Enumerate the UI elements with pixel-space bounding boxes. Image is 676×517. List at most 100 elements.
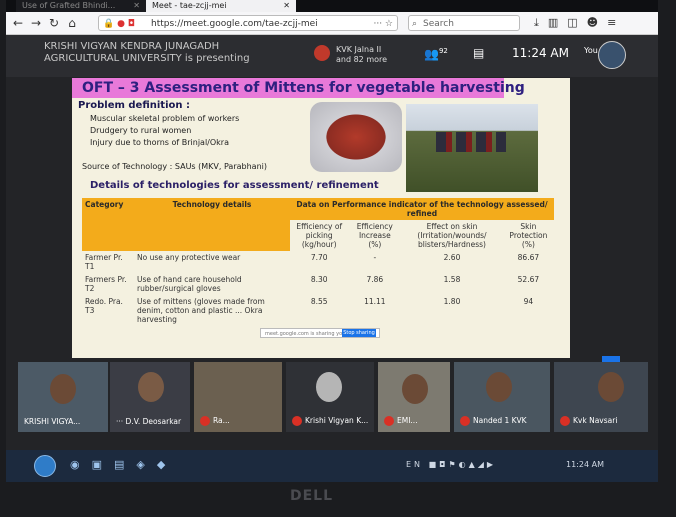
participant-name: KRISHI VIGYA... bbox=[24, 417, 81, 426]
row-value: 8.55 bbox=[310, 297, 328, 306]
close-icon[interactable]: ✕ bbox=[283, 0, 290, 12]
search-icon: ⌕ bbox=[412, 19, 418, 29]
table-row: Farmers Pr. T2 Use of hand care househol… bbox=[82, 273, 554, 295]
row-value: 86.67 bbox=[517, 253, 540, 262]
row-category: Farmer Pr. T1 bbox=[85, 253, 123, 271]
row-value: 94 bbox=[523, 297, 534, 306]
pinned-participant[interactable]: KVK Jalna II and 82 more bbox=[336, 45, 387, 65]
mitten-photo bbox=[310, 102, 402, 172]
stop-sharing-button[interactable]: Stop sharing bbox=[342, 329, 376, 337]
row-value: 1.58 bbox=[443, 275, 461, 284]
subheader-cell: Skin Protection (%) bbox=[509, 222, 548, 249]
participant-name-text: Krishi Vigyan K... bbox=[305, 416, 369, 425]
taskbar-apps[interactable]: ◉▣▤◈◆ bbox=[70, 458, 177, 471]
participant-tile[interactable]: Ra... bbox=[194, 362, 282, 432]
bookmark-icon[interactable]: ··· ☆ bbox=[373, 16, 393, 32]
presenter-label: KRISHI VIGYAN KENDRA JUNAGADH AGRICULTUR… bbox=[44, 41, 250, 65]
table-header-row: Category Technology details Data on Perf… bbox=[82, 198, 554, 220]
details-heading: Details of technologies for assessment/ … bbox=[90, 180, 379, 191]
participant-name-text: EMI... bbox=[397, 416, 418, 425]
participant-tile[interactable]: KRISHI VIGYA... bbox=[18, 362, 108, 432]
subheader-cell: Efficiency of picking (kg/hour) bbox=[296, 222, 343, 249]
presenter-line-1: KRISHI VIGYAN KENDRA JUNAGADH bbox=[44, 41, 220, 52]
pinned-line-1: KVK Jalna II bbox=[336, 45, 382, 54]
subheader-cell: Efficiency Increase (%) bbox=[356, 222, 393, 249]
participant-name-text: Ra... bbox=[213, 416, 230, 425]
avatar bbox=[316, 372, 342, 402]
address-bar[interactable]: 🔒 ● ◘ https://meet.google.com/tae-zcjj-m… bbox=[98, 15, 398, 31]
participant-tile[interactable]: Nanded 1 KVK bbox=[454, 362, 550, 432]
lock-icon: 🔒 ● ◘ bbox=[103, 19, 135, 29]
self-avatar[interactable] bbox=[598, 41, 626, 69]
row-value: 2.60 bbox=[443, 253, 461, 262]
mic-off-icon bbox=[292, 416, 302, 426]
table-row: Redo. Pra. T3 Use of mittens (gloves mad… bbox=[82, 295, 554, 326]
tab-inactive[interactable]: Use of Grafted Bhindi... ✕ bbox=[16, 0, 146, 12]
mic-off-icon bbox=[460, 416, 470, 426]
row-tech: No use any protective wear bbox=[137, 253, 241, 262]
toolbar-icons[interactable]: ⤓▥◫☻≡ bbox=[534, 15, 625, 31]
mic-off-icon bbox=[384, 416, 394, 426]
forward-icon[interactable]: → bbox=[28, 15, 44, 31]
row-category: Redo. Pra. T3 bbox=[85, 297, 123, 315]
tab-meet[interactable]: Meet - tae-zcjj-mei ✕ bbox=[146, 0, 296, 12]
problem-item: Muscular skeletal problem of workers bbox=[90, 114, 240, 123]
participant-tile[interactable]: Krishi Vigyan K... bbox=[286, 362, 374, 432]
row-value: 7.70 bbox=[310, 253, 328, 262]
source-text: Source of Technology : SAUs (MKV, Parabh… bbox=[82, 162, 267, 171]
participant-strip: KRISHI VIGYA... ··· D.V. Deosarkar Ra...… bbox=[18, 362, 648, 432]
row-value: - bbox=[373, 253, 377, 262]
system-tray[interactable]: EN ■◘⚑◐▲◢▶ bbox=[406, 460, 496, 469]
people-count: 92 bbox=[438, 47, 448, 55]
mic-off-icon bbox=[560, 416, 570, 426]
home-icon[interactable]: ⌂ bbox=[64, 15, 80, 31]
chat-icon[interactable]: ▤ bbox=[473, 46, 484, 60]
start-button[interactable] bbox=[34, 455, 56, 477]
participant-name: EMI... bbox=[384, 416, 418, 426]
problem-item: Drudgery to rural women bbox=[90, 126, 192, 135]
participant-name: Kvk Navsari bbox=[560, 416, 617, 426]
people-button[interactable]: 👥92 bbox=[424, 47, 448, 61]
table-row: Farmer Pr. T1 No use any protective wear… bbox=[82, 251, 554, 273]
close-icon[interactable]: ✕ bbox=[133, 0, 140, 12]
reload-icon[interactable]: ↻ bbox=[46, 15, 62, 31]
people-figures bbox=[436, 132, 506, 152]
more-icon[interactable]: ··· bbox=[116, 417, 126, 426]
participant-name-text: Nanded 1 KVK bbox=[473, 416, 527, 425]
search-input[interactable]: ⌕ Search bbox=[408, 15, 520, 31]
row-value: 11.11 bbox=[364, 297, 386, 306]
search-placeholder: Search bbox=[423, 19, 454, 29]
slide-title: OFT – 3 Assessment of Mittens for vegeta… bbox=[72, 78, 525, 98]
table-subheader-row: Efficiency of picking (kg/hour) Efficien… bbox=[82, 220, 554, 251]
taskbar-clock: 11:24 AM bbox=[566, 460, 604, 469]
problem-heading: Problem definition : bbox=[78, 100, 190, 111]
taskbar: ◉▣▤◈◆ EN ■◘⚑◐▲◢▶ 11:24 AM bbox=[6, 450, 658, 482]
monitor-screen: Use of Grafted Bhindi... ✕ Meet - tae-zcj… bbox=[6, 0, 658, 482]
avatar bbox=[138, 372, 164, 402]
participant-tile[interactable]: Kvk Navsari bbox=[554, 362, 648, 432]
participant-tile[interactable]: ··· D.V. Deosarkar bbox=[110, 362, 190, 432]
row-tech: Use of hand care household rubber/surgic… bbox=[137, 275, 242, 293]
header-category: Category bbox=[82, 198, 134, 220]
meet-header: KRISHI VIGYAN KENDRA JUNAGADH AGRICULTUR… bbox=[6, 35, 658, 77]
row-tech: Use of mittens (gloves made from denim, … bbox=[137, 297, 265, 324]
field-photo bbox=[406, 104, 538, 192]
mic-off-icon bbox=[200, 416, 210, 426]
header-tech: Technology details bbox=[134, 198, 290, 220]
monitor-logo: DELL bbox=[290, 488, 334, 504]
avatar bbox=[598, 372, 624, 402]
tab-bar: Use of Grafted Bhindi... ✕ Meet - tae-zcj… bbox=[6, 0, 658, 12]
participant-name: Ra... bbox=[200, 416, 230, 426]
avatar bbox=[486, 372, 512, 402]
pinned-line-2: and 82 more bbox=[336, 55, 388, 64]
meeting-time: 11:24 AM bbox=[512, 46, 569, 60]
subheader-cell: Effect on skin (Irritation/wounds/ blist… bbox=[417, 222, 487, 249]
participant-name-text: D.V. Deosarkar bbox=[125, 417, 182, 426]
participant-name: Krishi Vigyan K... bbox=[292, 416, 368, 426]
back-icon[interactable]: ← bbox=[10, 15, 26, 31]
participant-tile[interactable]: EMI... bbox=[378, 362, 450, 432]
row-value: 7.86 bbox=[366, 275, 384, 284]
participant-name-text: Kvk Navsari bbox=[573, 416, 618, 425]
row-value: 52.67 bbox=[517, 275, 540, 284]
language-indicator: EN bbox=[406, 460, 424, 469]
